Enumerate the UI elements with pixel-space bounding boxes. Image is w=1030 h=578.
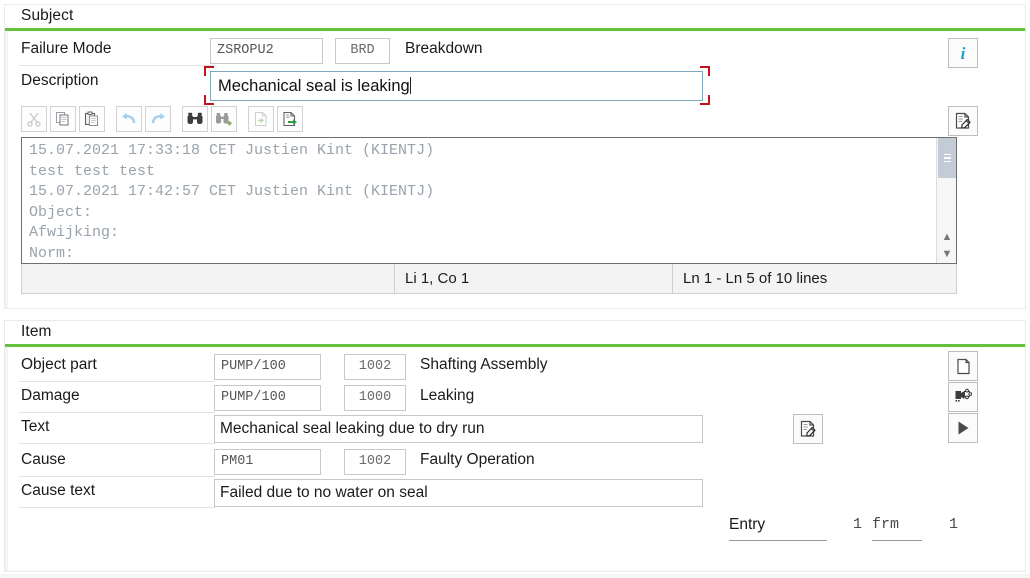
new-document-icon bbox=[956, 358, 970, 374]
failure-mode-row: Failure Mode ZSROPU2 BRD Breakdown bbox=[5, 36, 1025, 66]
form-label: frm bbox=[872, 516, 900, 533]
cursor-position-status: Li 1, Co 1 bbox=[405, 270, 470, 287]
cause-row: Cause PM01 1002 Faulty Operation bbox=[5, 447, 1025, 477]
scroll-up-arrow[interactable]: ▲ bbox=[937, 228, 956, 245]
info-button[interactable]: i bbox=[948, 38, 978, 68]
description-input[interactable]: Mechanical seal is leaking bbox=[210, 71, 703, 101]
damage-code-input[interactable]: PUMP/100 bbox=[214, 385, 321, 411]
find-button[interactable] bbox=[182, 106, 208, 132]
failure-mode-code-input[interactable]: ZSROPU2 bbox=[210, 38, 323, 64]
annotation-corner-bottom-left bbox=[204, 95, 214, 105]
annotation-corner-bottom-right bbox=[700, 95, 710, 105]
damage-row: Damage PUMP/100 1000 Leaking bbox=[5, 383, 1025, 413]
failure-mode-shortcode-input[interactable]: BRD bbox=[335, 38, 390, 64]
entry-label-underline bbox=[729, 540, 827, 541]
info-icon: i bbox=[960, 43, 966, 63]
execute-icon bbox=[958, 421, 969, 435]
find-icon bbox=[187, 112, 203, 124]
row-separator bbox=[19, 443, 215, 444]
text-row: Text Mechanical seal leaking due to dry … bbox=[5, 414, 1025, 444]
row-separator bbox=[19, 476, 215, 477]
undo-icon bbox=[122, 113, 136, 124]
cut-button[interactable] bbox=[21, 106, 47, 132]
cause-number-input[interactable]: 1002 bbox=[344, 449, 406, 475]
copy-icon bbox=[56, 112, 69, 126]
redo-button[interactable] bbox=[145, 106, 171, 132]
execute-button[interactable] bbox=[948, 413, 978, 443]
item-section-title: Item bbox=[21, 323, 52, 340]
subject-section-title: Subject bbox=[21, 7, 74, 24]
description-input-value: Mechanical seal is leaking bbox=[218, 77, 410, 95]
damage-description: Leaking bbox=[420, 387, 475, 404]
damage-number-input[interactable]: 1000 bbox=[344, 385, 406, 411]
scrollbar-thumb[interactable] bbox=[938, 138, 956, 178]
line-range-status: Ln 1 - Ln 5 of 10 lines bbox=[683, 270, 828, 287]
description-label: Description bbox=[21, 72, 99, 89]
long-text-toolbar bbox=[21, 106, 311, 132]
long-text-edit-button[interactable] bbox=[948, 106, 978, 136]
editor-scrollbar[interactable]: ▲ ▼ bbox=[936, 138, 956, 263]
entry-label: Entry bbox=[729, 516, 766, 533]
text-label: Text bbox=[21, 418, 50, 435]
cause-code-input[interactable]: PM01 bbox=[214, 449, 321, 475]
cut-icon bbox=[27, 112, 41, 127]
paste-icon bbox=[84, 111, 98, 126]
redo-icon bbox=[151, 113, 165, 124]
edit-document-icon bbox=[955, 112, 971, 129]
cause-text-input[interactable]: Failed due to no water on seal bbox=[214, 479, 703, 507]
object-part-label: Object part bbox=[21, 356, 97, 373]
entry-number: 1 bbox=[853, 516, 863, 533]
subject-section-header: Subject bbox=[5, 5, 1025, 31]
description-row: Description Mechanical seal is leaking bbox=[5, 66, 1025, 105]
row-separator bbox=[19, 507, 215, 508]
item-text-edit-button[interactable] bbox=[793, 414, 823, 444]
object-part-description: Shafting Assembly bbox=[420, 356, 548, 373]
editor-status-bar: Li 1, Co 1 Ln 1 - Ln 5 of 10 lines bbox=[21, 264, 957, 294]
scroll-down-arrow[interactable]: ▼ bbox=[937, 245, 956, 262]
bottom-edge-tint bbox=[0, 574, 1030, 578]
object-part-number-input[interactable]: 1002 bbox=[344, 354, 406, 380]
failure-mode-label: Failure Mode bbox=[21, 40, 112, 57]
subject-panel: Subject Failure Mode ZSROPU2 BRD Breakdo… bbox=[4, 4, 1026, 309]
object-part-row: Object part PUMP/100 1002 Shafting Assem… bbox=[5, 352, 1025, 382]
damage-label: Damage bbox=[21, 387, 80, 404]
export-text-button[interactable] bbox=[277, 106, 303, 132]
sap-notification-screen: Subject Failure Mode ZSROPU2 BRD Breakdo… bbox=[0, 0, 1030, 578]
cause-description: Faulty Operation bbox=[420, 451, 535, 468]
cause-text-row: Cause text Failed due to no water on sea… bbox=[5, 478, 1025, 508]
scrollbar-grip bbox=[943, 152, 951, 165]
object-components-button[interactable] bbox=[948, 382, 978, 412]
row-separator bbox=[19, 412, 215, 413]
find-next-icon bbox=[216, 113, 232, 126]
object-components-icon bbox=[955, 388, 972, 402]
long-text-editor[interactable]: 15.07.2021 17:33:18 CET Justien Kint (KI… bbox=[21, 137, 957, 264]
annotation-corner-top-left bbox=[204, 66, 214, 76]
row-separator bbox=[19, 381, 215, 382]
long-text-content: 15.07.2021 17:33:18 CET Justien Kint (KI… bbox=[29, 142, 435, 262]
object-part-code-input[interactable]: PUMP/100 bbox=[214, 354, 321, 380]
export-text-icon bbox=[283, 111, 297, 127]
import-text-icon bbox=[255, 112, 267, 126]
failure-mode-description: Breakdown bbox=[405, 40, 483, 57]
annotation-corner-top-right bbox=[700, 66, 710, 76]
form-number: 1 bbox=[949, 516, 959, 533]
undo-button[interactable] bbox=[116, 106, 142, 132]
item-text-input[interactable]: Mechanical seal leaking due to dry run bbox=[214, 415, 703, 443]
item-panel: Item Object part PUMP/100 1002 Shafting … bbox=[4, 320, 1026, 572]
cause-text-label: Cause text bbox=[21, 482, 96, 499]
create-item-button[interactable] bbox=[948, 351, 978, 381]
paste-button[interactable] bbox=[79, 106, 105, 132]
text-cursor bbox=[409, 77, 411, 94]
copy-button[interactable] bbox=[50, 106, 76, 132]
import-text-button[interactable] bbox=[248, 106, 274, 132]
find-next-button[interactable] bbox=[211, 106, 237, 132]
form-label-underline bbox=[872, 540, 922, 541]
edit-document-icon bbox=[800, 420, 816, 437]
item-section-header: Item bbox=[5, 321, 1025, 347]
cause-label: Cause bbox=[21, 451, 66, 468]
